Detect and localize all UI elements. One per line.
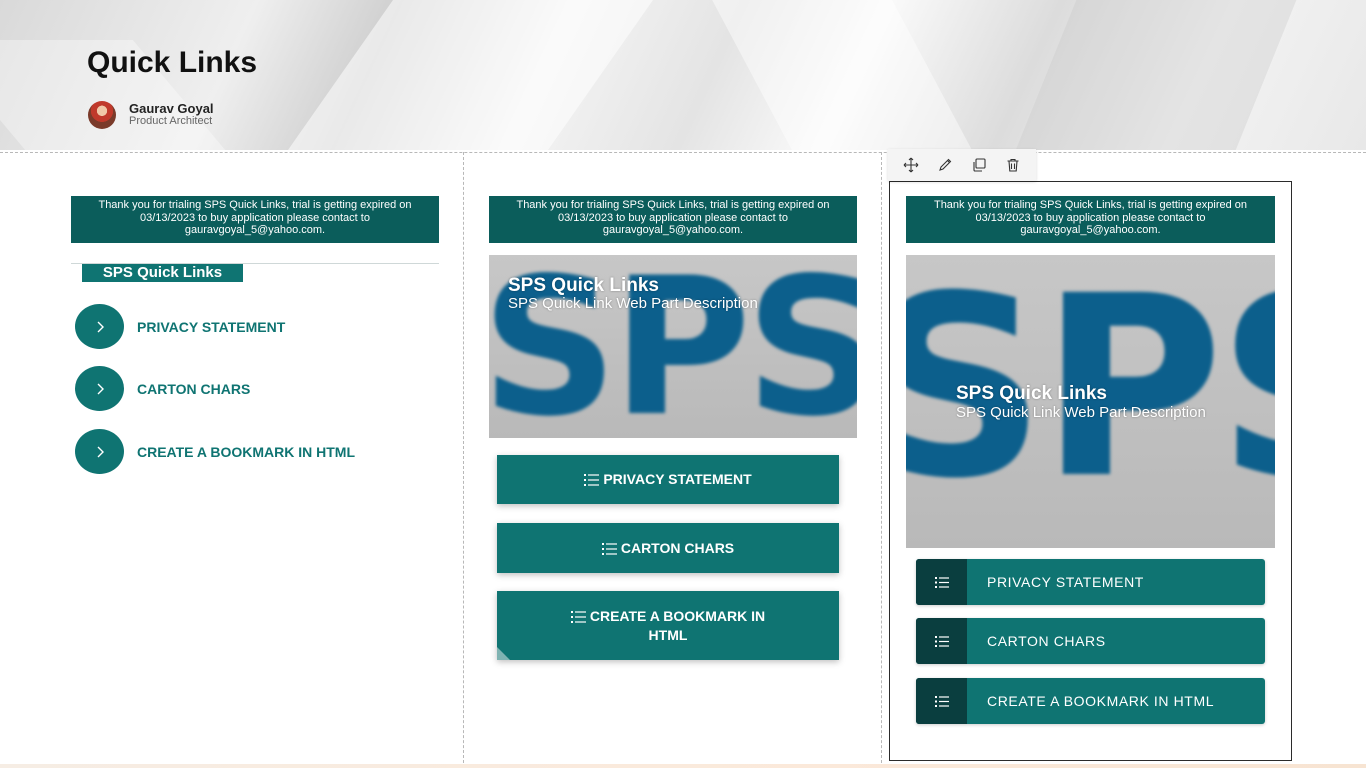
trial-banner: Thank you for trialing SPS Quick Links, …	[906, 196, 1275, 243]
image-title: SPS Quick Links	[956, 383, 1107, 404]
section-divider	[0, 152, 1366, 153]
quick-link-label[interactable]: CARTON CHARS	[987, 633, 1106, 649]
quick-link-item[interactable]: CARTON CHARS	[75, 366, 250, 411]
quick-link-label[interactable]: CREATE A BOOKMARK IN HTML	[987, 693, 1214, 709]
list-icon	[916, 559, 967, 605]
image-description: SPS Quick Link Web Part Description	[508, 295, 758, 312]
list-icon	[916, 618, 967, 664]
author-name[interactable]: Gaurav Goyal	[129, 102, 214, 115]
delete-icon[interactable]	[1001, 153, 1025, 177]
trial-banner: Thank you for trialing SPS Quick Links, …	[489, 196, 857, 243]
duplicate-icon[interactable]	[967, 153, 991, 177]
image-title: SPS Quick Links	[508, 275, 659, 296]
column-divider	[463, 152, 464, 768]
quick-link-button[interactable]: PRIVACY STATEMENT	[916, 559, 1265, 605]
quick-link-label[interactable]: CARTON CHARS	[137, 381, 250, 397]
quick-link-item[interactable]: CREATE A BOOKMARK IN HTML	[75, 429, 355, 474]
page-title: Quick Links	[87, 46, 258, 79]
webpart-toolbar	[888, 149, 1036, 181]
image-description: SPS Quick Link Web Part Description	[956, 404, 1206, 421]
quick-link-button[interactable]: PRIVACY STATEMENT	[497, 455, 839, 504]
quick-link-button[interactable]: CREATE A BOOKMARK IN HTML	[497, 591, 839, 660]
quick-link-label[interactable]: CREATE A BOOKMARK IN HTML	[590, 608, 765, 643]
quick-link-button[interactable]: CARTON CHARS	[916, 618, 1265, 664]
list-icon	[584, 474, 600, 487]
edit-icon[interactable]	[933, 153, 957, 177]
chevron-right-icon[interactable]	[75, 366, 124, 411]
quick-link-label[interactable]: CARTON CHARS	[621, 540, 734, 556]
quick-link-label[interactable]: PRIVACY STATEMENT	[987, 574, 1144, 590]
move-icon[interactable]	[899, 153, 923, 177]
trial-banner: Thank you for trialing SPS Quick Links, …	[71, 196, 439, 243]
bottom-strip	[0, 764, 1366, 768]
list-icon	[601, 542, 617, 555]
list-icon	[916, 678, 967, 724]
list-icon	[570, 610, 586, 623]
quick-link-item[interactable]: PRIVACY STATEMENT	[75, 304, 285, 349]
chevron-right-icon[interactable]	[75, 304, 124, 349]
quick-link-label[interactable]: PRIVACY STATEMENT	[603, 471, 751, 487]
page-header: Quick Links Gaurav Goyal Product Archite…	[0, 0, 1366, 150]
author-block: Gaurav Goyal Product Architect	[88, 101, 214, 129]
corner-accent	[497, 647, 510, 660]
quick-link-button[interactable]: CARTON CHARS	[497, 523, 839, 573]
hero-image: SPS SPS Quick Links SPS Quick Link Web P…	[489, 255, 857, 438]
column-divider	[881, 152, 882, 768]
hero-image: SPS SPS Quick Links SPS Quick Link Web P…	[906, 255, 1275, 548]
chevron-right-icon[interactable]	[75, 429, 124, 474]
webpart-title: SPS Quick Links	[82, 264, 243, 282]
author-role: Product Architect	[129, 115, 213, 127]
quick-link-label[interactable]: PRIVACY STATEMENT	[137, 319, 285, 335]
quick-link-button[interactable]: CREATE A BOOKMARK IN HTML	[916, 678, 1265, 724]
avatar[interactable]	[88, 101, 116, 129]
quick-link-label[interactable]: CREATE A BOOKMARK IN HTML	[137, 444, 355, 460]
